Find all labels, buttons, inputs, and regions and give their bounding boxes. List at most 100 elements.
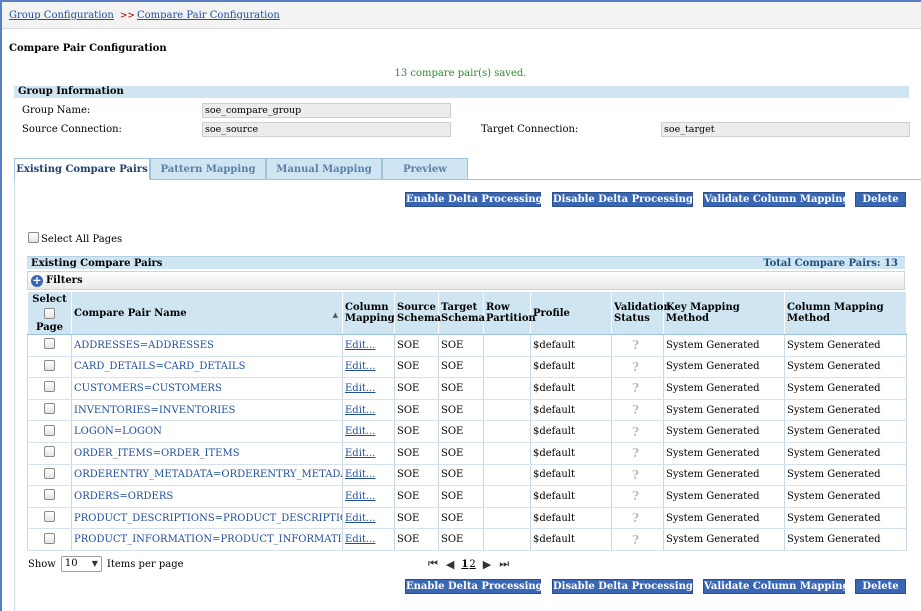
sort-ascending-icon[interactable]: ▲ [333, 309, 338, 320]
target-schema: SOE [438, 485, 484, 508]
tab-manual-mapping[interactable]: Manual Mapping [266, 158, 382, 180]
page-size-control: Show 10 ▼ Items per page [28, 556, 184, 572]
col-header-validation-status: Validation Status [611, 291, 671, 335]
enable-delta-processing-button-bottom[interactable]: Enable Delta Processing [405, 579, 543, 594]
tab-pattern-mapping[interactable]: Pattern Mapping [150, 158, 266, 180]
select-all-pages-checkbox[interactable] [28, 231, 39, 243]
validation-status-cell: ? [611, 356, 664, 379]
profile: $default [530, 507, 612, 530]
breadcrumb-link-group-configuration[interactable]: Group Configuration [9, 10, 114, 21]
last-page-icon[interactable]: ⏭ [499, 557, 509, 571]
column-mapping-method: System Generated [784, 528, 907, 551]
edit-column-mapping-link[interactable]: Edit... [342, 356, 395, 379]
row-select-checkbox[interactable] [44, 403, 55, 415]
target-schema: SOE [438, 334, 484, 357]
edit-column-mapping-link[interactable]: Edit... [342, 507, 395, 530]
table-row: PRODUCT_DESCRIPTIONS=PRODUCT_DESCRIPTION… [27, 507, 907, 530]
breadcrumb-link-compare-pair-configuration[interactable]: Compare Pair Configuration [137, 10, 280, 21]
source-schema: SOE [394, 528, 439, 551]
compare-pairs-table: Select Page Compare Pair Name ▲ Column M… [27, 291, 907, 551]
breadcrumb-bar: Group Configuration >> Compare Pair Config… [2, 2, 921, 29]
select-page-checkbox[interactable] [44, 307, 55, 319]
row-select-checkbox[interactable] [44, 467, 55, 479]
items-per-page-select[interactable]: 10 ▼ [60, 556, 102, 572]
pagination: ⏮ ◀ 1 2 ▶ ⏭ [424, 557, 513, 571]
profile: $default [530, 334, 612, 357]
expand-plus-icon[interactable]: + [31, 275, 43, 287]
table-row: ORDERENTRY_METADATA=ORDERENTRY_METADATA E… [27, 464, 907, 487]
edit-column-mapping-link[interactable]: Edit... [342, 442, 395, 465]
previous-page-icon[interactable]: ◀ [446, 558, 454, 571]
validation-status-cell: ? [611, 399, 664, 422]
items-per-page-label: Items per page [106, 558, 184, 570]
col-header-compare-pair-name[interactable]: Compare Pair Name ▲ [71, 291, 343, 335]
row-select-checkbox[interactable] [44, 511, 55, 523]
edit-column-mapping-link[interactable]: Edit... [342, 485, 395, 508]
edit-column-mapping-link[interactable]: Edit... [342, 399, 395, 422]
page-link-2[interactable]: 2 [469, 559, 475, 570]
enable-delta-processing-button[interactable]: Enable Delta Processing [405, 192, 543, 207]
target-schema: SOE [438, 377, 484, 400]
delete-button-bottom[interactable]: Delete [855, 579, 906, 594]
row-partition [483, 377, 531, 400]
row-partition [483, 507, 531, 530]
validation-status-cell: ? [611, 485, 664, 508]
compare-pair-name: CUSTOMERS=CUSTOMERS [71, 377, 343, 400]
filters-bar[interactable]: + Filters [27, 271, 905, 290]
col-header-target-schema: Target Schema [438, 291, 485, 335]
row-select-checkbox[interactable] [44, 424, 55, 436]
validate-column-mapping-button-bottom[interactable]: Validate Column Mapping [703, 579, 849, 594]
col-header-select: Select Page [27, 291, 72, 335]
target-schema: SOE [438, 356, 484, 379]
column-mapping-method: System Generated [784, 334, 907, 357]
first-page-icon[interactable]: ⏮ [428, 557, 438, 571]
edit-column-mapping-link[interactable]: Edit... [342, 420, 395, 443]
chevron-down-icon: ▼ [91, 559, 98, 568]
breadcrumb-separator: >> [119, 11, 135, 21]
edit-column-mapping-link[interactable]: Edit... [342, 528, 395, 551]
column-mapping-method: System Generated [784, 485, 907, 508]
edit-column-mapping-link[interactable]: Edit... [342, 377, 395, 400]
tab-preview[interactable]: Preview [382, 158, 468, 180]
row-select-checkbox[interactable] [44, 446, 55, 458]
row-select-checkbox[interactable] [44, 338, 55, 350]
compare-pair-name: ORDERENTRY_METADATA=ORDERENTRY_METADATA [71, 464, 343, 487]
edit-column-mapping-link[interactable]: Edit... [342, 464, 395, 487]
column-mapping-method: System Generated [784, 507, 907, 530]
delete-button[interactable]: Delete [855, 192, 906, 207]
key-mapping-method: System Generated [663, 420, 785, 443]
status-message: 13 compare pair(s) saved. [394, 68, 527, 79]
row-select-cell [27, 399, 72, 422]
table-row: INVENTORIES=INVENTORIES Edit... SOE SOE $def… [27, 399, 907, 422]
disable-delta-processing-button[interactable]: Disable Delta Processing [552, 192, 693, 207]
question-mark-icon: ? [632, 381, 640, 396]
row-select-checkbox[interactable] [44, 532, 55, 544]
validate-column-mapping-button[interactable]: Validate Column Mapping [703, 192, 849, 207]
row-select-cell [27, 420, 72, 443]
profile: $default [530, 528, 612, 551]
target-schema: SOE [438, 442, 484, 465]
profile: $default [530, 399, 612, 422]
source-schema: SOE [394, 356, 439, 379]
compare-pair-name: INVENTORIES=INVENTORIES [71, 399, 343, 422]
row-select-cell [27, 377, 72, 400]
page-link-current[interactable]: 1 [461, 559, 468, 570]
col-header-column-mapping-method: Column Mapping Method [784, 291, 907, 335]
items-per-page-value: 10 [64, 558, 78, 569]
row-select-checkbox[interactable] [44, 489, 55, 501]
table-row: LOGON=LOGON Edit... SOE SOE $default? System … [27, 420, 907, 443]
target-connection-field: soe_target [661, 122, 910, 137]
tab-existing-compare-pairs[interactable]: Existing Compare Pairs [14, 158, 150, 180]
compare-pair-name-header: Compare Pair Name [74, 307, 187, 319]
validation-status-cell: ? [611, 442, 664, 465]
col-header-row-partition: Row Partition [483, 291, 536, 335]
row-select-checkbox[interactable] [44, 381, 55, 393]
disable-delta-processing-button-bottom[interactable]: Disable Delta Processing [552, 579, 693, 594]
key-mapping-method: System Generated [663, 334, 785, 357]
next-page-icon[interactable]: ▶ [483, 558, 491, 571]
row-select-checkbox[interactable] [44, 359, 55, 371]
table-row: ORDER_ITEMS=ORDER_ITEMS Edit... SOE SOE $def… [27, 442, 907, 465]
show-label: Show [28, 558, 56, 570]
table-row: CUSTOMERS=CUSTOMERS Edit... SOE SOE $default… [27, 377, 907, 400]
edit-column-mapping-link[interactable]: Edit... [342, 334, 395, 357]
